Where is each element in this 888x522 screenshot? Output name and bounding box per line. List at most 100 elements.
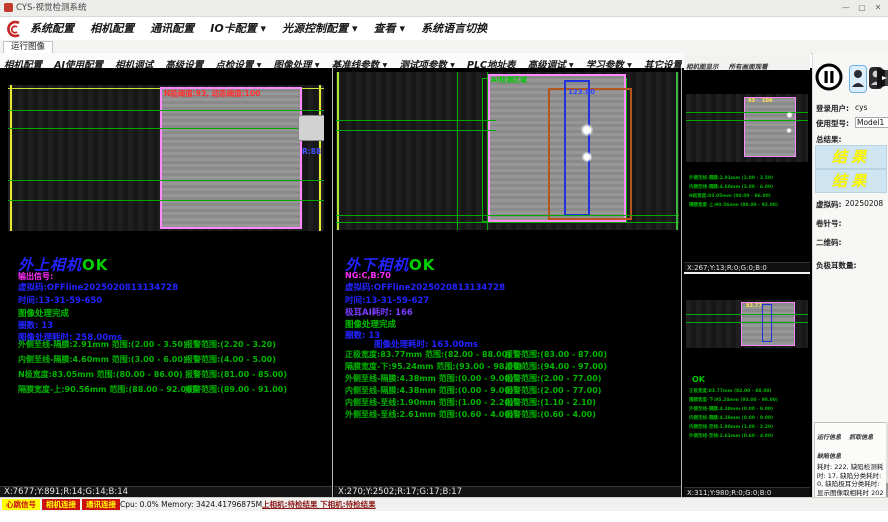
window-title: CYS-视觉检测系统	[16, 0, 86, 16]
ai-region-label: AI检测区域	[491, 75, 527, 85]
menu-camera-config[interactable]: 相机配置	[90, 17, 134, 40]
virtual-code-label: 虚拟码:	[816, 199, 842, 210]
exit-button[interactable]	[876, 66, 888, 90]
measure-line	[8, 200, 324, 201]
menu-light-config[interactable]: 光源控制配置 ▾	[282, 17, 357, 40]
edge-line	[676, 72, 678, 230]
measurement: 外侧至线-隔膜:2.91mm 范围:(2.00 - 3.50)	[18, 339, 187, 350]
menu-system-config[interactable]: 系统配置	[30, 17, 74, 40]
log-text: 耗时: 222, 缺陷检测耗时: 17, 缺陷分类耗时: 0, 缺陷极耳分类耗时…	[815, 462, 886, 499]
measure-line	[8, 110, 324, 111]
app-icon	[4, 3, 13, 12]
login-user-value: cys	[855, 103, 867, 112]
thumbnail-top[interactable]: 93 100 外侧至线-隔膜:2.91mm (2.00 - 3.50) 内侧至线…	[684, 70, 810, 272]
camera-left-viewport[interactable]: N极阈值:93, 动态阈值:100 R:88	[8, 85, 324, 231]
log-tab-capture-info[interactable]: 抓取信息	[849, 432, 873, 441]
thumbnail-bottom[interactable]: 83.77 OK 正极宽度:83.77mm (82.00 - 88.00) 隔膜…	[684, 274, 810, 497]
exit-door-icon	[876, 66, 888, 90]
result-display-1: 结果	[815, 145, 887, 169]
edge-line	[337, 72, 339, 230]
mini-overlay-value: 83.77	[746, 303, 762, 309]
app-window: CYS-视觉检测系统 — ▢ ✕ 系统配置 相机配置 通讯配置 IO卡配置 ▾ …	[0, 0, 888, 522]
measure-line	[336, 130, 496, 131]
alarm-range: 报警范围:(2.00 - 77.00)	[505, 385, 601, 396]
measurement: N极宽度:83.05mm 范围:(80.00 - 86.00)	[18, 369, 183, 380]
minimize-icon[interactable]: —	[838, 0, 854, 15]
pause-button[interactable]	[815, 63, 843, 91]
menu-comm-config[interactable]: 通讯配置	[150, 17, 194, 40]
roi-rect	[160, 87, 302, 229]
measure-line	[8, 180, 324, 181]
needle-number-label: 卷针号:	[816, 218, 842, 229]
output-signal: NG:C,B:70	[345, 271, 391, 280]
total-result-label: 总结果:	[816, 134, 842, 145]
menu-io-config[interactable]: IO卡配置 ▾	[210, 17, 266, 40]
edge-line	[10, 85, 12, 231]
threshold-label: N极阈值:93, 动态阈值:100	[164, 88, 260, 99]
measurement: 内侧至线-隔膜:4.60mm 范围:(3.00 - 6.00)	[18, 354, 187, 365]
alarm-range: 报警范围:(2.20 - 3.20)	[185, 339, 276, 350]
measurement: 隔膜宽度-上:90.56mm 范围:(88.00 - 92.00)	[18, 384, 195, 395]
alarm-range: 报警范围:(94.00 - 97.00)	[505, 361, 607, 372]
log-tab-run-info[interactable]: 运行信息	[817, 432, 841, 441]
qrcode-label: 二维码:	[816, 237, 842, 248]
measure-line	[686, 314, 808, 315]
menu-view[interactable]: 查看 ▾	[374, 17, 405, 40]
mini-measurement: 外侧至线-隔膜:2.91mm (2.00 - 3.50)	[689, 174, 773, 183]
measure-line	[457, 72, 458, 230]
thumbnail-top-coords: X:267;Y:13;R:0;G:0;B:0	[684, 262, 810, 272]
turn-count: 圈数: 13	[18, 319, 53, 331]
alarm-range: 报警范围:(0.60 - 4.00)	[505, 409, 596, 420]
log-tab-defect-info[interactable]: 缺陷信息	[817, 451, 841, 460]
log-panel: 运行信息 抓取信息 缺陷信息 耗时: 222, 缺陷检测耗时: 17, 缺陷分类…	[814, 422, 887, 499]
panel-divider	[681, 68, 682, 497]
connector-part	[298, 115, 324, 141]
camera-mid-result: OK	[409, 256, 435, 274]
mini-measurement: 内侧至线-隔膜:4.60mm (3.00 - 6.00)	[689, 183, 773, 192]
toolbar: 相机配置 AI使用配置 相机调试 高级设置 点检设置 ▾ 图像处理 ▾ 基准线参…	[0, 53, 684, 69]
alarm-range: 报警范围:(81.00 - 85.00)	[185, 369, 287, 380]
maximize-icon[interactable]: ▢	[854, 0, 870, 15]
heartbeat-badge: 心跳信号	[2, 499, 40, 510]
result-display-2: 结果	[815, 169, 887, 193]
mini-measurement: 隔膜宽度-下:95.24mm (93.00 - 98.00)	[689, 396, 778, 405]
user-icon	[850, 66, 866, 90]
mini-measurement: 外侧至线-隔膜:4.38mm (0.00 - 9.00)	[689, 405, 773, 414]
mini-measurement: 隔膜宽度-上:90.56mm (88.00 - 92.00)	[689, 201, 778, 210]
timestamp: 时间:13-31-59-627	[345, 294, 429, 306]
measurement: 内侧至线-至线:1.90mm 范围:(1.00 - 2.20)	[345, 397, 514, 408]
measure-line	[336, 222, 679, 223]
tab-strip: 运行图像	[0, 40, 888, 54]
camera-mid-viewport[interactable]: AI检测区域 123.80	[336, 72, 679, 230]
status-bar: 心跳信号 相机连接 通讯连接 Cpu: 0.0% Memory: 3424.41…	[0, 497, 888, 511]
alarm-range: 报警范围:(83.00 - 87.00)	[505, 349, 607, 360]
mini-measurement: 正极宽度:83.77mm (82.00 - 88.00)	[689, 387, 772, 396]
close-icon[interactable]: ✕	[870, 0, 886, 15]
measurement: 外侧至线-至线:2.61mm 范围:(0.60 - 4.00)	[345, 409, 514, 420]
comm-link-badge: 通讯连接	[82, 499, 120, 510]
roi-rect	[744, 97, 796, 157]
camera-mid-coords: X:270;Y:2502;R:17;G:17;B:17	[334, 486, 681, 497]
thumb-tab-strip: 相机图显示 所有画面观看 金相画面观看	[686, 54, 810, 66]
measurement: 隔膜宽度-下:95.24mm 范围:(93.00 - 98.00)	[345, 361, 522, 372]
mini-overlay-value: 93	[748, 98, 755, 104]
alarm-range: 报警范围:(89.00 - 91.00)	[185, 384, 287, 395]
model-label: 使用型号:	[816, 118, 849, 129]
title-bar: CYS-视觉检测系统 — ▢ ✕	[0, 0, 888, 17]
camera-link-badge: 相机连接	[42, 499, 80, 510]
mini-measurement: 外侧至线-至线:2.61mm (0.60 - 4.00)	[689, 432, 773, 441]
sidebar: 登录用户: cys 使用型号: Model1 总结果: 结果 结果 虚拟码: 2…	[812, 53, 888, 497]
thumbnail-top-image: 93 100	[686, 94, 808, 162]
login-user-button[interactable]	[849, 65, 867, 93]
mini-measurement: 内侧至线-至线:1.90mm (1.00 - 2.20)	[689, 423, 773, 432]
measure-line	[686, 120, 808, 121]
mini-measurement: 内侧至线-隔膜:4.38mm (0.00 - 9.00)	[689, 414, 773, 423]
menu-language-switch[interactable]: 系统语言切换	[421, 17, 487, 40]
model-select[interactable]: Model1	[855, 117, 888, 128]
mini-result: OK	[692, 375, 705, 384]
camera-left-panel: N极阈值:93, 动态阈值:100 R:88 外上相机OK 输出信号: 虚拟码:…	[0, 68, 332, 497]
r-value-label: R:88	[302, 147, 321, 156]
measure-line	[336, 120, 496, 121]
tab-count-label: 负极耳数量:	[816, 260, 857, 271]
panel-divider	[332, 68, 333, 497]
